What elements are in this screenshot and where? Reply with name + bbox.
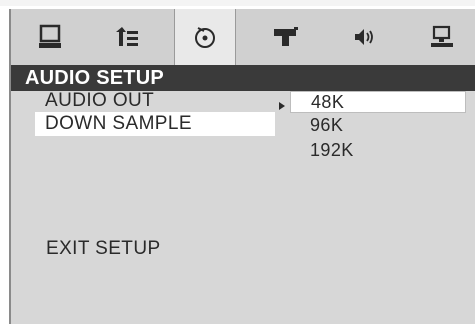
menu-item-audio-out[interactable]: AUDIO OUT <box>35 89 275 113</box>
top-strip <box>0 0 475 6</box>
speaker-horn-icon <box>272 24 300 50</box>
menu-item-label: EXIT SETUP <box>46 238 161 259</box>
page-title: AUDIO SETUP <box>25 67 164 89</box>
tab-audio[interactable] <box>174 9 236 65</box>
option-192k[interactable]: 192K <box>310 139 354 161</box>
title-bar: AUDIO SETUP <box>11 65 475 91</box>
menu-item-exit-setup[interactable]: EXIT SETUP <box>46 237 161 261</box>
submenu-arrow-icon <box>279 102 285 110</box>
option-label: 48K <box>311 92 345 112</box>
menu-item-label: DOWN SAMPLE <box>45 113 192 134</box>
tab-general[interactable] <box>19 9 81 65</box>
option-label: 192K <box>310 140 354 160</box>
display-icon <box>428 24 456 50</box>
menu-item-down-sample[interactable]: DOWN SAMPLE <box>35 112 275 136</box>
option-48k[interactable]: 48K <box>290 91 466 113</box>
option-label: 96K <box>310 115 344 135</box>
volume-icon <box>350 24 378 50</box>
tab-preference[interactable] <box>411 9 473 65</box>
option-96k[interactable]: 96K <box>310 114 343 136</box>
tab-speaker[interactable] <box>333 9 395 65</box>
tab-bar <box>11 9 475 65</box>
settings-list-icon <box>112 24 142 50</box>
disc-audio-icon <box>192 24 218 50</box>
menu-item-label: AUDIO OUT <box>45 90 155 111</box>
tab-language[interactable] <box>96 9 158 65</box>
setup-screen: AUDIO SETUP AUDIO OUT DOWN SAMPLE 48K 96… <box>9 9 475 324</box>
monitor-icon <box>36 24 64 50</box>
tab-video[interactable] <box>255 9 317 65</box>
